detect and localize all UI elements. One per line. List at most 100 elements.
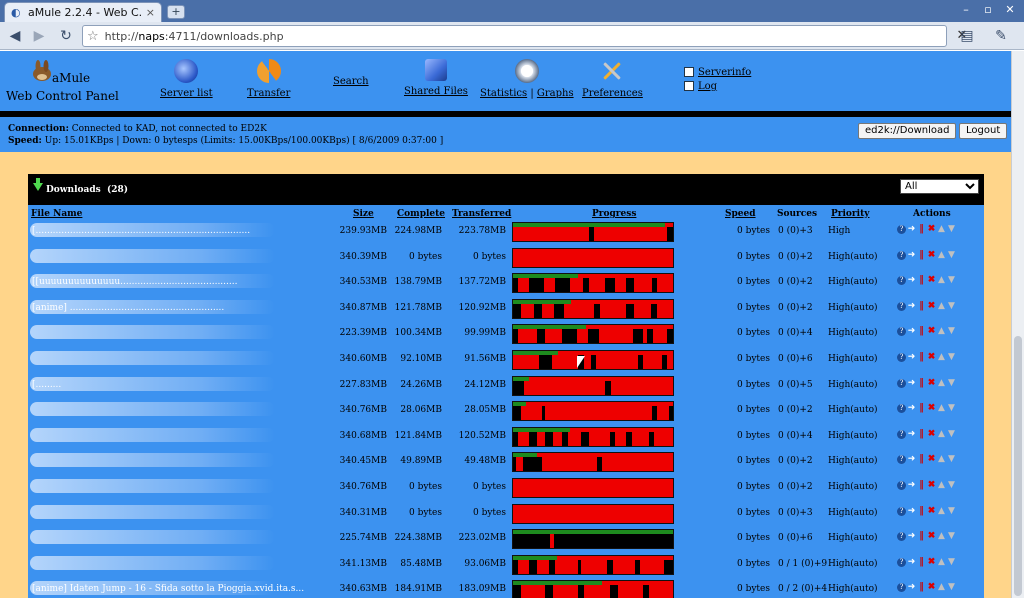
resume-icon[interactable]: ➜	[907, 378, 916, 388]
info-icon[interactable]: ?	[897, 250, 906, 260]
priority-up-icon[interactable]: ▲	[937, 455, 946, 464]
cancel-icon[interactable]: ✖	[927, 225, 936, 234]
close-window-icon[interactable]: ✕	[1000, 2, 1020, 18]
logout-button[interactable]: Logout	[959, 123, 1008, 139]
priority-down-icon[interactable]: ▼	[947, 250, 956, 260]
info-icon[interactable]: ?	[897, 301, 906, 311]
priority-up-icon[interactable]: ▲	[937, 481, 946, 490]
priority-down-icon[interactable]: ▼	[947, 506, 956, 516]
cancel-icon[interactable]: ✖	[927, 557, 936, 567]
priority-down-icon[interactable]: ▼	[947, 532, 956, 541]
pause-icon[interactable]: ‖	[917, 250, 926, 260]
forward-arrow-icon[interactable]: ▶	[28, 26, 50, 46]
nav-preferences[interactable]: Preferences	[582, 59, 643, 99]
download-row[interactable]: 340.39MB 0 bytes 0 bytes 0 bytes 0 (0)+2 High…	[28, 247, 984, 273]
resume-icon[interactable]: ➜	[907, 506, 916, 516]
pause-icon[interactable]: ‖	[917, 481, 926, 490]
priority-up-icon[interactable]: ▲	[937, 378, 946, 388]
info-icon[interactable]: ?	[897, 353, 906, 362]
priority-up-icon[interactable]: ▲	[937, 557, 946, 567]
nav-graphs[interactable]: Graphs	[537, 88, 574, 99]
info-icon[interactable]: ?	[897, 276, 906, 286]
priority-up-icon[interactable]: ▲	[937, 225, 946, 234]
serverinfo-link-row[interactable]: Serverinfo	[684, 65, 751, 79]
priority-down-icon[interactable]: ▼	[947, 378, 956, 388]
priority-up-icon[interactable]: ▲	[937, 276, 946, 285]
download-row[interactable]: [.......................................…	[28, 221, 984, 247]
priority-down-icon[interactable]: ▼	[947, 557, 956, 567]
col-transferred[interactable]: Transferred	[452, 209, 511, 219]
resume-icon[interactable]: ➜	[907, 532, 916, 541]
resume-icon[interactable]: ➜	[907, 353, 916, 362]
col-progress[interactable]: Progress	[592, 209, 636, 219]
cancel-icon[interactable]: ✖	[927, 583, 936, 592]
tab-close-icon[interactable]: ×	[146, 6, 155, 19]
info-icon[interactable]: ?	[897, 455, 906, 465]
priority-up-icon[interactable]: ▲	[937, 327, 946, 336]
col-priority[interactable]: Priority	[831, 209, 869, 219]
pause-icon[interactable]: ‖	[917, 378, 926, 388]
download-row[interactable]: 223.39MB 100.34MB 99.99MB 0 bytes 0 (0)+4 Hig…	[28, 323, 984, 349]
log-link-row[interactable]: Log	[684, 79, 751, 93]
scrollbar-thumb[interactable]	[1014, 336, 1022, 596]
priority-up-icon[interactable]: ▲	[937, 404, 946, 413]
priority-up-icon[interactable]: ▲	[937, 429, 946, 439]
wrench-menu-icon[interactable]: ✎	[990, 26, 1012, 46]
cancel-icon[interactable]: ✖	[927, 532, 936, 541]
priority-up-icon[interactable]: ▲	[937, 532, 946, 541]
info-icon[interactable]: ?	[897, 225, 906, 234]
info-icon[interactable]: ?	[897, 429, 906, 439]
file-name[interactable]: [anime] Idaten Jump - 16 - Sfida sotto l…	[32, 584, 332, 594]
nav-server-list[interactable]: Server list	[160, 59, 213, 99]
pause-icon[interactable]: ‖	[917, 404, 926, 413]
info-icon[interactable]: ?	[897, 327, 906, 337]
pause-icon[interactable]: ‖	[917, 327, 926, 336]
info-icon[interactable]: ?	[897, 557, 906, 567]
file-name[interactable]: [[uuuuuuuuuuuuuu........................…	[32, 277, 332, 287]
col-speed[interactable]: Speed	[725, 209, 756, 219]
info-icon[interactable]: ?	[897, 378, 906, 388]
info-icon[interactable]: ?	[897, 583, 906, 593]
maximize-icon[interactable]: ▫	[978, 2, 998, 18]
ed2k-download-button[interactable]: ed2k://Download	[858, 123, 957, 139]
resume-icon[interactable]: ➜	[907, 455, 916, 464]
resume-icon[interactable]: ➜	[907, 583, 916, 592]
downloads-filter-select[interactable]: All	[900, 179, 979, 194]
col-complete[interactable]: Complete	[397, 209, 445, 219]
pause-icon[interactable]: ‖	[917, 429, 926, 439]
cancel-icon[interactable]: ✖	[927, 301, 936, 311]
priority-down-icon[interactable]: ▼	[947, 276, 956, 285]
pause-icon[interactable]: ‖	[917, 353, 926, 362]
nav-transfer[interactable]: Transfer	[247, 59, 290, 99]
pause-icon[interactable]: ‖	[917, 583, 926, 592]
priority-up-icon[interactable]: ▲	[937, 506, 946, 516]
priority-down-icon[interactable]: ▼	[947, 583, 956, 592]
download-row[interactable]: 225.74MB 224.38MB 223.02MB 0 bytes 0 (0)+6 Hi…	[28, 528, 984, 554]
minimize-icon[interactable]: –	[956, 2, 976, 18]
resume-icon[interactable]: ➜	[907, 481, 916, 490]
cancel-icon[interactable]: ✖	[927, 481, 936, 490]
file-name[interactable]: [.......................................…	[32, 226, 332, 236]
file-name[interactable]: [.........	[32, 380, 332, 390]
download-row[interactable]: 340.76MB 28.06MB 28.05MB 0 bytes 0 (0)+2 High…	[28, 400, 984, 426]
page-menu-icon[interactable]: ▤	[956, 26, 978, 46]
pause-icon[interactable]: ‖	[917, 225, 926, 234]
download-row[interactable]: [[uuuuuuuuuuuuuu........................…	[28, 272, 984, 298]
cancel-icon[interactable]: ✖	[927, 276, 936, 285]
download-row[interactable]: 340.76MB 0 bytes 0 bytes 0 bytes 0 (0)+2 High…	[28, 477, 984, 503]
priority-down-icon[interactable]: ▼	[947, 301, 956, 311]
col-size[interactable]: Size	[353, 209, 374, 219]
cancel-icon[interactable]: ✖	[927, 378, 936, 388]
download-row[interactable]: 340.68MB 121.84MB 120.52MB 0 bytes 0 (0)+4 Hi…	[28, 426, 984, 452]
info-icon[interactable]: ?	[897, 532, 906, 542]
priority-down-icon[interactable]: ▼	[947, 481, 956, 490]
download-row[interactable]: 341.13MB 85.48MB 93.06MB 0 bytes 0 / 1 (0)+9…	[28, 554, 984, 580]
resume-icon[interactable]: ➜	[907, 327, 916, 336]
pause-icon[interactable]: ‖	[917, 301, 926, 311]
resume-icon[interactable]: ➜	[907, 225, 916, 234]
new-tab-button[interactable]: +	[167, 5, 185, 19]
cancel-icon[interactable]: ✖	[927, 429, 936, 439]
priority-down-icon[interactable]: ▼	[947, 455, 956, 464]
cancel-icon[interactable]: ✖	[927, 327, 936, 336]
pause-icon[interactable]: ‖	[917, 276, 926, 285]
